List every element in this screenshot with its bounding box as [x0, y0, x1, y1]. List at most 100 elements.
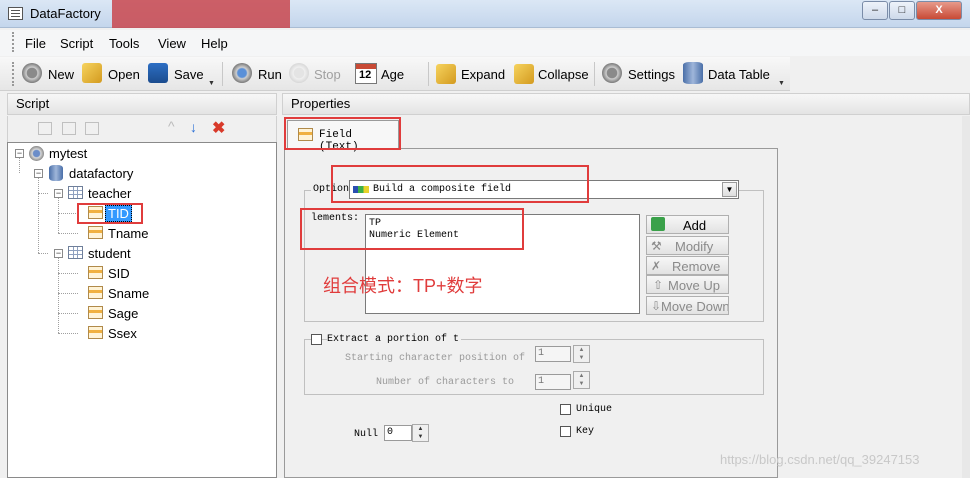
table-icon [68, 186, 83, 199]
add-field-icon[interactable] [62, 122, 76, 135]
save-disk-icon [148, 63, 168, 83]
tree-node-field-ssex[interactable]: Ssex [108, 326, 137, 341]
delete-icon[interactable]: ✖ [212, 118, 226, 137]
minimize-button[interactable]: – [862, 1, 888, 20]
expand-button[interactable]: Expand [461, 67, 505, 82]
modify-element-button[interactable]: ⚒ Modify [646, 236, 729, 255]
start-position-input[interactable]: 1 [535, 346, 571, 362]
new-button[interactable]: New [48, 67, 74, 82]
tree-expander-database[interactable]: − [34, 169, 43, 178]
run-button[interactable]: Run [258, 67, 282, 82]
maximize-button[interactable]: □ [889, 1, 915, 20]
add-table-icon[interactable] [38, 122, 52, 135]
move-down-element-button[interactable]: ⇩ Move Down [646, 296, 729, 315]
collapse-folder-icon [514, 64, 534, 84]
chevron-down-icon[interactable]: ▼ [722, 182, 737, 197]
tree-expander-teacher[interactable]: − [54, 189, 63, 198]
script-pane-title: Script [16, 96, 50, 111]
script-toolbar: ^ ↓ ✖ [7, 116, 277, 142]
tree-node-database[interactable]: datafactory [69, 166, 133, 181]
null-percent-spinner[interactable]: ▲ ▼ [412, 424, 429, 442]
collapse-button[interactable]: Collapse [538, 67, 589, 82]
age-button[interactable]: Age [381, 67, 404, 82]
close-button[interactable]: X [916, 1, 962, 20]
stop-button[interactable]: Stop [314, 67, 341, 82]
copy-table-icon[interactable] [85, 122, 99, 135]
unique-checkbox[interactable] [560, 404, 571, 415]
settings-button[interactable]: Settings [628, 67, 675, 82]
tree-node-field-tname[interactable]: Tname [108, 226, 148, 241]
arrow-down-icon: ⇩ [651, 299, 662, 313]
tree-expander-root[interactable]: − [15, 149, 24, 158]
menu-file[interactable]: File [25, 36, 46, 51]
tree-node-field-sage[interactable]: Sage [108, 306, 138, 321]
data-table-button[interactable]: Data Table [708, 67, 770, 82]
save-dropdown-arrow-icon[interactable]: ▼ [208, 80, 216, 90]
toolbar-overflow-arrow-icon[interactable]: ▼ [778, 80, 786, 90]
properties-pane-header: Properties [282, 93, 970, 115]
open-folder-icon [82, 63, 102, 83]
unique-label: Unique [576, 404, 613, 415]
menu-help[interactable]: Help [201, 36, 228, 51]
start-position-spinner[interactable]: ▲ ▼ [573, 345, 590, 363]
run-gear-icon [232, 63, 252, 83]
move-down-element-label: Move Down [661, 299, 729, 314]
tree-node-field-sid[interactable]: SID [108, 266, 130, 281]
watermark: https://blog.csdn.net/qq_39247153 [720, 452, 920, 467]
field-icon [88, 326, 103, 339]
highlight-box-option [331, 165, 589, 203]
tree-node-table-student[interactable]: student [88, 246, 131, 261]
menu-script[interactable]: Script [60, 36, 93, 51]
properties-pane-title: Properties [291, 96, 351, 111]
highlight-box-tab [284, 117, 401, 150]
char-count-spinner[interactable]: ▲ ▼ [573, 371, 590, 389]
modify-wrench-icon: ⚒ [651, 239, 662, 253]
move-up-element-label: Move Up [668, 278, 721, 293]
remove-x-icon: ✗ [651, 259, 662, 273]
char-count-label: Number of characters to [376, 377, 515, 388]
settings-gear-icon [602, 63, 622, 83]
menu-tools[interactable]: Tools [109, 36, 139, 51]
tree-expander-student[interactable]: − [54, 249, 63, 258]
tree-node-root[interactable]: mytest [49, 146, 87, 161]
move-down-arrow-icon[interactable]: ↓ [190, 119, 204, 135]
key-checkbox[interactable] [560, 426, 571, 437]
modify-element-label: Modify [675, 239, 714, 254]
move-up-element-button[interactable]: ⇧ Move Up [646, 275, 729, 294]
add-element-button[interactable]: Add [646, 215, 729, 234]
menu-bar: File Script Tools View Help [0, 30, 970, 56]
open-button[interactable]: Open [108, 67, 140, 82]
new-gear-icon [22, 63, 42, 83]
expand-folder-icon [436, 64, 456, 84]
extract-checkbox[interactable] [311, 334, 322, 345]
blurred-background-window [112, 0, 290, 28]
null-label: Null [354, 429, 379, 440]
app-icon [8, 7, 23, 20]
key-label: Key [576, 426, 595, 437]
remove-element-button[interactable]: ✗ Remove [646, 256, 729, 275]
move-up-arrow-icon[interactable]: ^ [168, 118, 182, 134]
menu-view[interactable]: View [158, 36, 186, 51]
start-position-label: Starting character position of [345, 353, 526, 364]
add-element-label: Add [683, 218, 707, 233]
properties-scrollbar[interactable] [962, 116, 970, 478]
window-title: DataFactory [30, 6, 101, 21]
highlight-box-elements [300, 208, 524, 250]
title-bar: DataFactory – □ X [0, 0, 970, 28]
field-icon [88, 226, 103, 239]
arrow-up-icon: ⇧ [653, 278, 664, 292]
menu-grip [12, 32, 16, 52]
save-button[interactable]: Save [174, 67, 204, 82]
stop-gear-icon [289, 63, 309, 83]
tree-node-field-tid[interactable]: TID [105, 205, 132, 222]
data-table-database-icon [683, 62, 703, 84]
script-tree: − mytest − datafactory − teacher TID Tna… [7, 142, 277, 478]
null-percent-input[interactable]: 0 [384, 425, 412, 441]
script-pane-header: Script [7, 93, 277, 115]
tree-node-field-sname[interactable]: Sname [108, 286, 149, 301]
remove-element-label: Remove [672, 259, 721, 274]
toolbar-separator [222, 62, 223, 86]
age-calendar-icon: 12 [355, 63, 377, 84]
tree-node-table-teacher[interactable]: teacher [88, 186, 131, 201]
char-count-input[interactable]: 1 [535, 374, 571, 390]
